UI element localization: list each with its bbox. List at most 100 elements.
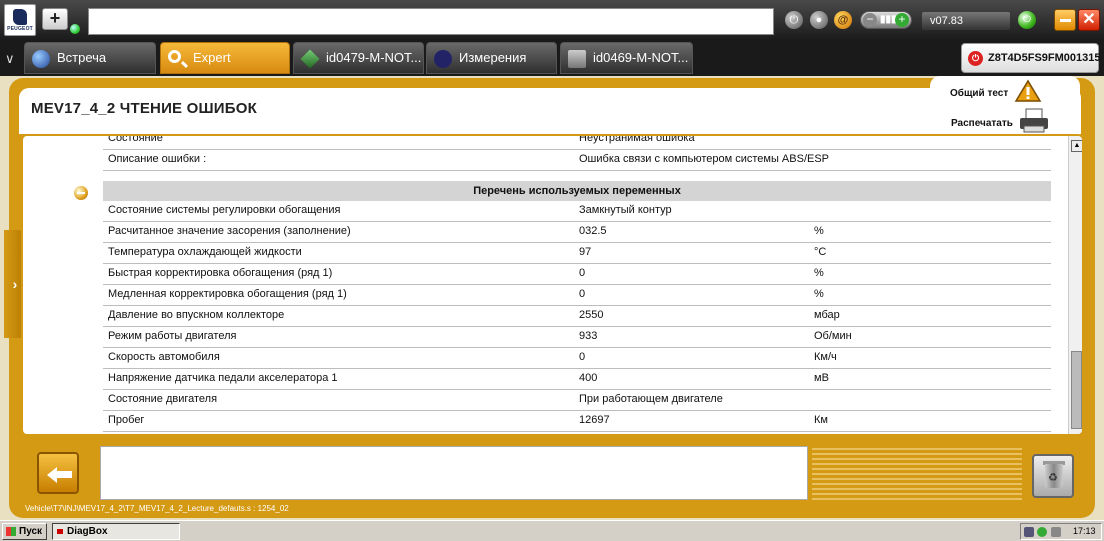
row-unit: %: [814, 267, 824, 279]
row-value: 032.5: [579, 225, 607, 237]
table-row: Давление во впускном коллекторе 2550 мба…: [103, 306, 1051, 327]
status-tray-icon[interactable]: [1037, 527, 1047, 537]
tab-id0469[interactable]: id0469-M-NOT...: [560, 42, 693, 74]
table-row: Температура охлаждающей жидкости 97 °C: [103, 243, 1051, 264]
start-button[interactable]: Пуск: [2, 523, 47, 540]
trash-button[interactable]: ♻: [1032, 454, 1074, 498]
row-value: При работающем двигателе: [579, 393, 723, 405]
tab-bar: ∨ Встреча Expert id0479-M-NOT... Измерен…: [0, 40, 1104, 76]
vin-display[interactable]: ⏻ Z8T4D5FS9FM001315: [961, 43, 1101, 73]
system-tray: 17:13: [1020, 523, 1102, 540]
tab-label: Измерения: [459, 50, 527, 65]
document-icon: [568, 50, 586, 68]
table-row: Быстрая корректировка обогащения (ряд 1)…: [103, 264, 1051, 285]
globe-icon: [32, 50, 50, 68]
tab-meeting[interactable]: Встреча: [24, 42, 156, 74]
section-header: Перечень используемых переменных: [103, 181, 1051, 201]
volume-tray-icon[interactable]: [1051, 527, 1061, 537]
magnifier-icon: [168, 50, 181, 63]
power-icon[interactable]: ⏻: [785, 11, 803, 29]
minimize-button[interactable]: [1054, 9, 1076, 31]
row-name: Расчитанное значение засорения (заполнен…: [108, 225, 351, 237]
waveform-icon: [434, 50, 452, 68]
row-name: Состояние системы регулировки обогащения: [108, 204, 341, 216]
row-value: Замкнутый контур: [579, 204, 672, 216]
status-path: Vehicle\T7\INJ\MEV17_4_2\T7_MEV17_4_2_Le…: [25, 504, 289, 513]
row-name: Состояние: [108, 134, 163, 144]
row-name: Режим работы двигателя: [108, 330, 237, 342]
lion-emblem-icon: [13, 8, 27, 25]
row-name: Напряжение датчика педали акселератора 1: [108, 372, 338, 384]
connection-toggle[interactable]: − ▮▮▮ +: [860, 11, 912, 29]
row-name: Быстрая корректировка обогащения (ряд 1): [108, 267, 333, 279]
tab-measurements[interactable]: Измерения: [426, 42, 557, 74]
row-value: 2550: [579, 309, 604, 321]
scroll-up-button[interactable]: ▲: [1071, 140, 1082, 152]
network-tray-icon[interactable]: [1024, 527, 1034, 537]
printer-icon[interactable]: [1018, 108, 1050, 134]
row-value: 97: [579, 246, 592, 258]
vin-text: Z8T4D5FS9FM001315: [988, 52, 1101, 64]
print-button[interactable]: Распечатать: [951, 114, 1013, 134]
chevron-down-icon[interactable]: ∨: [5, 51, 15, 67]
plus-icon: +: [895, 13, 909, 27]
update-icon[interactable]: ⏻: [1018, 11, 1036, 29]
content-panel: Состояние Неустранимая ошибка Описание о…: [21, 134, 1084, 436]
row-unit: Км: [814, 414, 828, 426]
address-bar[interactable]: [88, 8, 774, 35]
minus-icon: −: [863, 13, 877, 27]
table-row: Пробег 12697 Км: [103, 411, 1051, 432]
add-tab-button[interactable]: +: [42, 8, 68, 30]
row-name: Описание ошибки :: [108, 153, 207, 165]
decorative-stripes: [812, 448, 1022, 502]
vehicle-power-icon: ⏻: [968, 51, 983, 66]
taskbar-app-diagbox[interactable]: DiagBox: [52, 523, 180, 540]
peugeot-logo: PEUGEOT: [4, 4, 36, 36]
general-test-button[interactable]: Общий тест: [950, 82, 1008, 106]
row-value: Ошибка связи с компьютером системы ABS/E…: [579, 153, 830, 165]
cube-icon: [300, 49, 320, 69]
user-icon[interactable]: ●: [810, 11, 828, 29]
fault-row-status: Состояние Неустранимая ошибка: [103, 134, 1051, 150]
page-title: MEV17_4_2 ЧТЕНИЕ ОШИБОК: [31, 100, 257, 117]
row-unit: мбар: [814, 309, 840, 321]
row-name: Температура охлаждающей жидкости: [108, 246, 302, 258]
tab-id0479[interactable]: id0479-M-NOT...: [293, 42, 424, 74]
close-button[interactable]: ✕: [1078, 9, 1100, 31]
top-bar: PEUGEOT + ⏻ ● @ − ▮▮▮ + v07.83 ⏻ ✕: [0, 0, 1104, 40]
table-row: Состояние двигателя При работающем двига…: [103, 390, 1051, 411]
general-test-icon[interactable]: [1013, 79, 1043, 103]
scroll-thumb[interactable]: [1071, 351, 1082, 429]
row-name: Медленная корректировка обогащения (ряд …: [108, 288, 347, 300]
row-value: Неустранимая ошибка: [579, 134, 695, 144]
row-name: Состояние двигателя: [108, 393, 218, 405]
row-unit: Об/мин: [814, 330, 852, 342]
table-row: Медленная корректировка обогащения (ряд …: [103, 285, 1051, 306]
email-icon[interactable]: @: [834, 11, 852, 29]
row-unit: мВ: [814, 372, 829, 384]
fault-row-description: Описание ошибки : Ошибка связи с компьют…: [103, 150, 1051, 171]
logo-text: PEUGEOT: [7, 25, 33, 32]
row-name: Пробег: [108, 414, 145, 426]
tab-label: Встреча: [57, 50, 107, 65]
status-led-icon: [70, 24, 80, 34]
row-unit: %: [814, 288, 824, 300]
collapse-section-icon[interactable]: [74, 186, 88, 200]
row-unit: Км/ч: [814, 351, 837, 363]
taskbar: Пуск DiagBox 17:13: [0, 520, 1104, 541]
row-unit: °C: [814, 246, 827, 258]
main-window: MEV17_4_2 ЧТЕНИЕ ОШИБОК Общий тест Распе…: [0, 76, 1104, 520]
row-value: 933: [579, 330, 598, 342]
recycle-icon: ♻: [1048, 472, 1058, 484]
row-unit: %: [814, 225, 824, 237]
tab-label: id0479-M-NOT...: [326, 50, 422, 65]
row-value: 0: [579, 288, 586, 300]
message-box: [100, 446, 808, 500]
row-value: 12697: [579, 414, 610, 426]
table-row: Состояние системы регулировки обогащения…: [103, 201, 1051, 222]
tab-expert[interactable]: Expert: [160, 42, 290, 74]
vertical-scrollbar[interactable]: ▲: [1068, 136, 1082, 434]
table-row: Напряжение датчика педали акселератора 1…: [103, 369, 1051, 390]
back-button[interactable]: [37, 452, 79, 494]
table-row: Скорость автомобиля 0 Км/ч: [103, 348, 1051, 369]
